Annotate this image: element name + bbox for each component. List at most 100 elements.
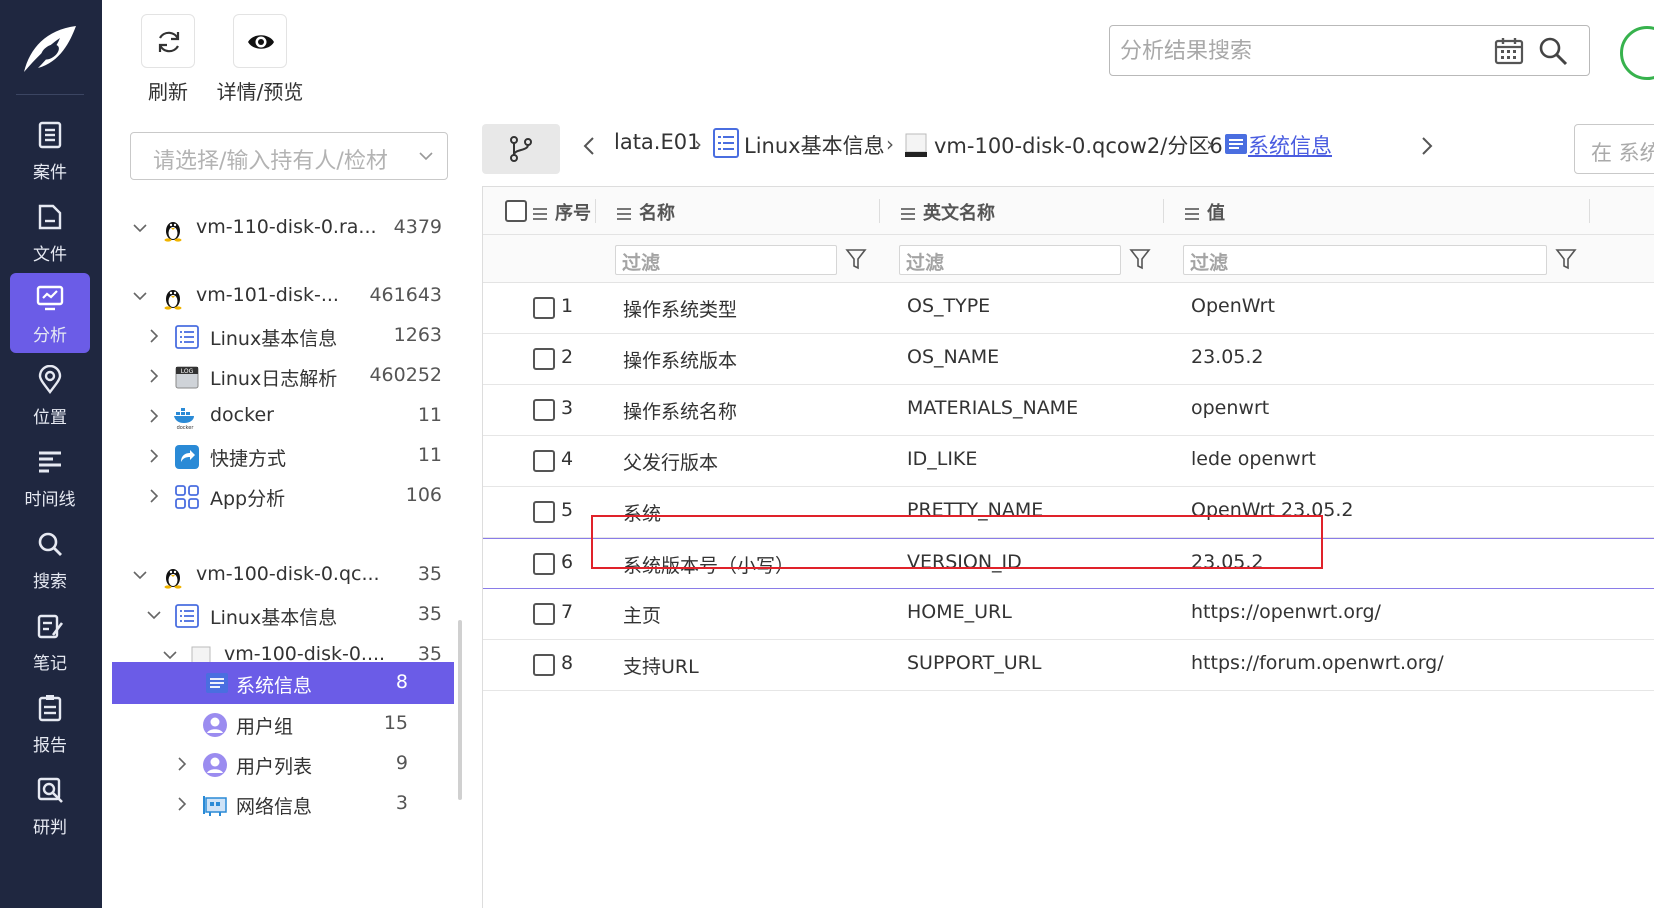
log-icon: LOG — [175, 366, 199, 389]
search-icon[interactable] — [1537, 35, 1569, 67]
tree-item-label: App分析 — [210, 488, 286, 510]
cell-index: 2 — [561, 346, 574, 368]
tree-scrollbar[interactable] — [458, 620, 462, 800]
en-name-filter-input[interactable]: 过滤 — [899, 245, 1121, 275]
main-content: lata.E01 › Linux基本信息 › vm-100-disk-0.qco… — [482, 114, 1654, 908]
column-divider[interactable] — [595, 199, 596, 223]
nav-item-timeline[interactable]: 时间线 — [10, 437, 90, 517]
column-header-en-name[interactable]: 英文名称 — [901, 199, 995, 225]
filter-icon[interactable] — [1129, 247, 1151, 271]
table-row[interactable]: 2 操作系统版本 OS_NAME 23.05.2 — [483, 334, 1654, 385]
table-search-box[interactable]: 在 系统 — [1574, 124, 1654, 174]
table-row-focused[interactable]: 6 系统版本号（小写） VERSION_ID 23.05.2 — [483, 538, 1654, 589]
tree-item-evidence[interactable]: vm-110-disk-0.ra... 4379 — [114, 208, 466, 248]
chevron-down-icon[interactable] — [132, 288, 148, 304]
table-row[interactable]: 8 支持URL SUPPORT_URL https://forum.openwr… — [483, 640, 1654, 691]
nav-item-judge[interactable]: 研判 — [10, 765, 90, 845]
location-icon — [38, 365, 62, 394]
tree-item-linux-info[interactable]: Linux基本信息 1263 — [114, 316, 466, 356]
breadcrumb-prev-icon[interactable] — [582, 134, 596, 158]
row-checkbox[interactable] — [533, 553, 555, 575]
breadcrumb-next-icon[interactable] — [1420, 134, 1434, 158]
nav-item-search[interactable]: 搜索 — [10, 519, 90, 599]
linux-penguin-icon — [164, 290, 182, 310]
filter-icon[interactable] — [845, 247, 867, 271]
breadcrumb-item-current[interactable]: 系统信息 — [1248, 130, 1332, 160]
tree-item-evidence[interactable]: vm-100-disk-0.qc... 35 — [114, 555, 466, 595]
name-filter-input[interactable]: 过滤 — [615, 245, 837, 275]
nav-item-analysis[interactable]: 分析 — [10, 273, 90, 353]
analysis-search-box — [1109, 25, 1590, 76]
row-checkbox[interactable] — [533, 297, 555, 319]
tree-item-evidence[interactable]: vm-101-disk-... 461643 — [114, 276, 466, 316]
owner-select[interactable]: 请选择/输入持有人/检材 — [130, 132, 448, 180]
chevron-right-icon[interactable] — [174, 756, 190, 772]
row-checkbox[interactable] — [533, 501, 555, 523]
table-row[interactable]: 3 操作系统名称 MATERIALS_NAME openwrt — [483, 385, 1654, 436]
refresh-button[interactable]: 刷新 — [137, 14, 199, 104]
calendar-icon[interactable] — [1493, 36, 1525, 66]
cell-en-name: PRETTY_NAME — [907, 499, 1044, 521]
tree-item-label: 用户组 — [236, 716, 294, 738]
tree-item-system-info[interactable]: 系统信息 8 — [112, 662, 454, 704]
tree-item-linux-info[interactable]: Linux基本信息 35 — [114, 595, 466, 635]
nav-item-file[interactable]: 文件 — [10, 192, 90, 272]
column-divider[interactable] — [879, 199, 880, 223]
nav-item-location[interactable]: 位置 — [10, 355, 90, 435]
analysis-search-input[interactable] — [1120, 34, 1480, 68]
breadcrumb-item[interactable]: Linux基本信息 — [744, 130, 885, 160]
tree-item-shortcut[interactable]: 快捷方式 11 — [114, 436, 466, 476]
table-row[interactable]: 7 主页 HOME_URL https://openwrt.org/ — [483, 589, 1654, 640]
file-icon — [38, 204, 62, 230]
status-circle-icon[interactable] — [1620, 26, 1654, 80]
breadcrumb-item[interactable]: lata.E01 — [614, 130, 700, 154]
chevron-down-icon[interactable] — [146, 607, 162, 623]
tree-item-label: vm-101-disk-... — [196, 284, 339, 306]
value-filter-input[interactable]: 过滤 — [1183, 245, 1547, 275]
judge-icon — [37, 777, 63, 803]
chevron-right-icon[interactable] — [146, 368, 162, 384]
svg-text:docker: docker — [177, 425, 195, 430]
nav-item-label: 分析 — [33, 326, 67, 346]
branch-button[interactable] — [482, 124, 560, 174]
table-row[interactable]: 4 父发行版本 ID_LIKE lede openwrt — [483, 436, 1654, 487]
row-checkbox[interactable] — [533, 654, 555, 676]
disk-icon — [905, 133, 927, 157]
row-checkbox[interactable] — [533, 450, 555, 472]
chevron-down-icon[interactable] — [132, 567, 148, 583]
tree-item-docker[interactable]: docker docker 11 — [114, 396, 466, 436]
column-header-name[interactable]: 名称 — [617, 199, 675, 225]
chevron-right-icon[interactable] — [146, 408, 162, 424]
chevron-right-icon[interactable] — [146, 328, 162, 344]
column-header-value[interactable]: 值 — [1185, 199, 1225, 225]
table-row[interactable]: 1 操作系统类型 OS_TYPE OpenWrt — [483, 283, 1654, 334]
detail-preview-button[interactable]: 详情/预览 — [215, 14, 305, 104]
tree-item-network-info[interactable]: 网络信息 3 — [114, 784, 466, 824]
chevron-down-icon[interactable] — [162, 647, 178, 663]
tree-item-app-analysis[interactable]: App分析 106 — [114, 476, 466, 516]
chevron-right-icon[interactable] — [146, 448, 162, 464]
select-all-checkbox[interactable] — [505, 200, 527, 222]
system-info-icon — [1225, 134, 1247, 154]
chevron-down-icon[interactable] — [132, 220, 148, 236]
row-checkbox[interactable] — [533, 348, 555, 370]
tree-item-linux-log[interactable]: LOG Linux日志解析 460252 — [114, 356, 466, 396]
column-divider[interactable] — [1589, 199, 1590, 223]
chevron-right-icon[interactable] — [174, 796, 190, 812]
left-nav: 案件 文件 分析 位置 时间线 搜索 笔记 报告 研判 — [0, 0, 102, 908]
tree-item-user-list[interactable]: 用户列表 9 — [114, 744, 466, 784]
filter-icon[interactable] — [1555, 247, 1577, 271]
row-checkbox[interactable] — [533, 603, 555, 625]
tree-item-user-group[interactable]: 用户组 15 — [114, 704, 466, 744]
nav-item-case[interactable]: 案件 — [10, 110, 90, 190]
column-header-index[interactable]: 序号 — [533, 199, 591, 225]
nav-item-note[interactable]: 笔记 — [10, 601, 90, 681]
nav-item-label: 笔记 — [33, 654, 67, 674]
list-icon — [175, 325, 199, 349]
nav-item-report[interactable]: 报告 — [10, 683, 90, 763]
breadcrumb-item[interactable]: vm-100-disk-0.qcow2/分区6 — [934, 130, 1223, 160]
chevron-right-icon[interactable] — [146, 488, 162, 504]
table-row[interactable]: 5 系统 PRETTY_NAME OpenWrt 23.05.2 — [483, 487, 1654, 538]
row-checkbox[interactable] — [533, 399, 555, 421]
column-divider[interactable] — [1163, 199, 1164, 223]
